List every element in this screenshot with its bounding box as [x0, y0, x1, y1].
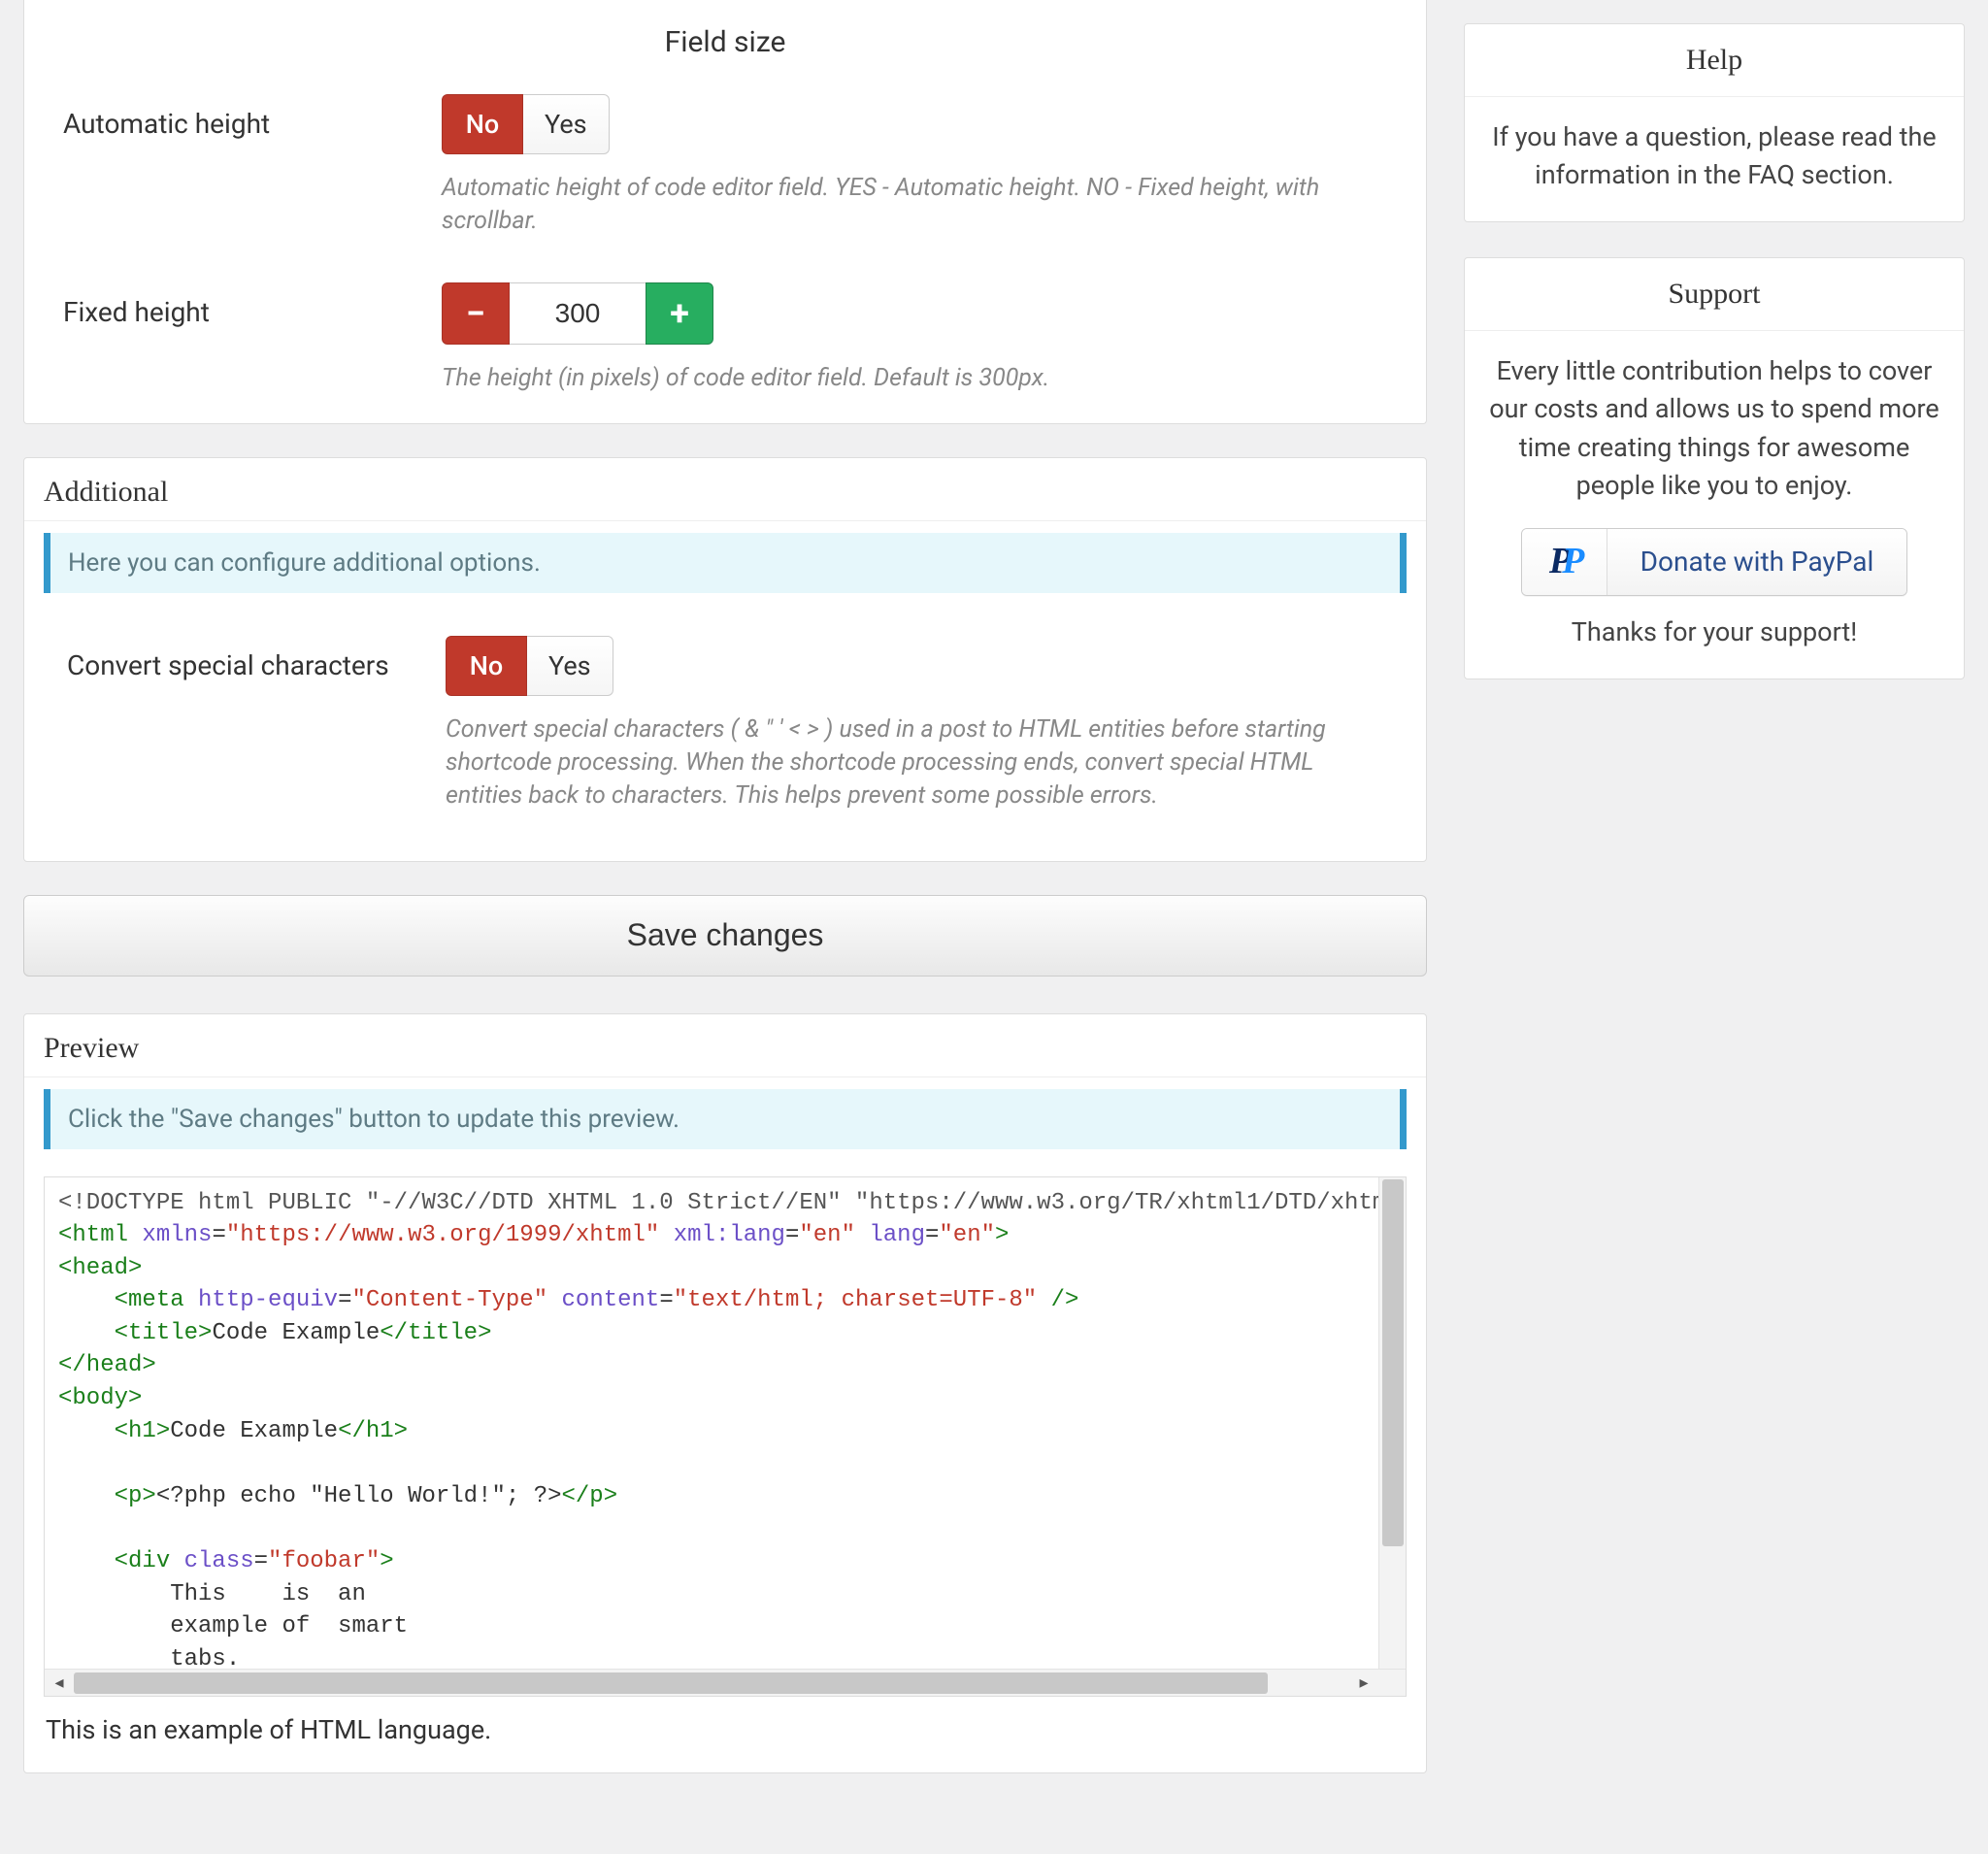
horizontal-scrollbar-thumb[interactable]: [74, 1672, 1268, 1694]
convert-yes[interactable]: Yes: [527, 636, 613, 696]
convert-help: Convert special characters ( & " ' < > )…: [446, 713, 1329, 811]
automatic-height-help: Automatic height of code editor field. Y…: [442, 172, 1325, 238]
additional-note: Here you can configure additional option…: [44, 533, 1407, 593]
horizontal-scrollbar[interactable]: ◂ ▸: [45, 1669, 1406, 1696]
support-card: Support Every little contribution helps …: [1464, 257, 1965, 679]
scroll-left-icon[interactable]: ◂: [45, 1670, 74, 1697]
help-card-title: Help: [1465, 24, 1964, 97]
minus-icon[interactable]: −: [442, 282, 510, 345]
convert-label: Convert special characters: [67, 636, 446, 681]
automatic-height-no[interactable]: No: [442, 94, 523, 154]
vertical-scrollbar-thumb[interactable]: [1382, 1179, 1404, 1546]
fixed-height-help: The height (in pixels) of code editor fi…: [442, 362, 1325, 395]
support-card-body: Every little contribution helps to cover…: [1488, 352, 1940, 505]
code-preview: <!DOCTYPE html PUBLIC "-//W3C//DTD XHTML…: [44, 1176, 1407, 1697]
field-size-heading: Field size: [24, 0, 1426, 79]
code-preview-content[interactable]: <!DOCTYPE html PUBLIC "-//W3C//DTD XHTML…: [45, 1177, 1406, 1671]
convert-row: Convert special characters No Yes Conver…: [44, 620, 1407, 841]
preview-caption: This is an example of HTML language.: [44, 1697, 1407, 1753]
preview-note: Click the "Save changes" button to updat…: [44, 1089, 1407, 1149]
plus-icon[interactable]: +: [646, 282, 713, 345]
additional-title: Additional: [24, 458, 1426, 521]
help-card-body: If you have a question, please read the …: [1465, 97, 1964, 221]
convert-no[interactable]: No: [446, 636, 527, 696]
automatic-height-toggle: No Yes: [442, 94, 610, 154]
automatic-height-yes[interactable]: Yes: [523, 94, 610, 154]
fixed-height-label: Fixed height: [63, 282, 442, 328]
help-card: Help If you have a question, please read…: [1464, 23, 1965, 222]
additional-panel: Additional Here you can configure additi…: [23, 457, 1427, 861]
paypal-icon: PP: [1522, 529, 1607, 595]
donate-button[interactable]: PP Donate with PayPal: [1521, 528, 1908, 596]
support-card-title: Support: [1465, 258, 1964, 331]
fixed-height-stepper: − +: [442, 282, 713, 345]
field-size-panel: Field size Automatic height No Yes Autom…: [23, 0, 1427, 424]
preview-panel: Preview Click the "Save changes" button …: [23, 1013, 1427, 1773]
donate-button-label: Donate with PayPal: [1607, 529, 1907, 595]
convert-toggle: No Yes: [446, 636, 613, 696]
preview-title: Preview: [24, 1014, 1426, 1077]
scroll-right-icon[interactable]: ▸: [1349, 1670, 1378, 1697]
automatic-height-row: Automatic height No Yes Automatic height…: [24, 79, 1426, 267]
save-button[interactable]: Save changes: [23, 895, 1427, 977]
vertical-scrollbar[interactable]: [1378, 1177, 1406, 1671]
automatic-height-label: Automatic height: [63, 94, 442, 140]
fixed-height-row: Fixed height − + The height (in pixels) …: [24, 267, 1426, 424]
support-thanks: Thanks for your support!: [1488, 613, 1940, 651]
fixed-height-input[interactable]: [510, 282, 646, 345]
